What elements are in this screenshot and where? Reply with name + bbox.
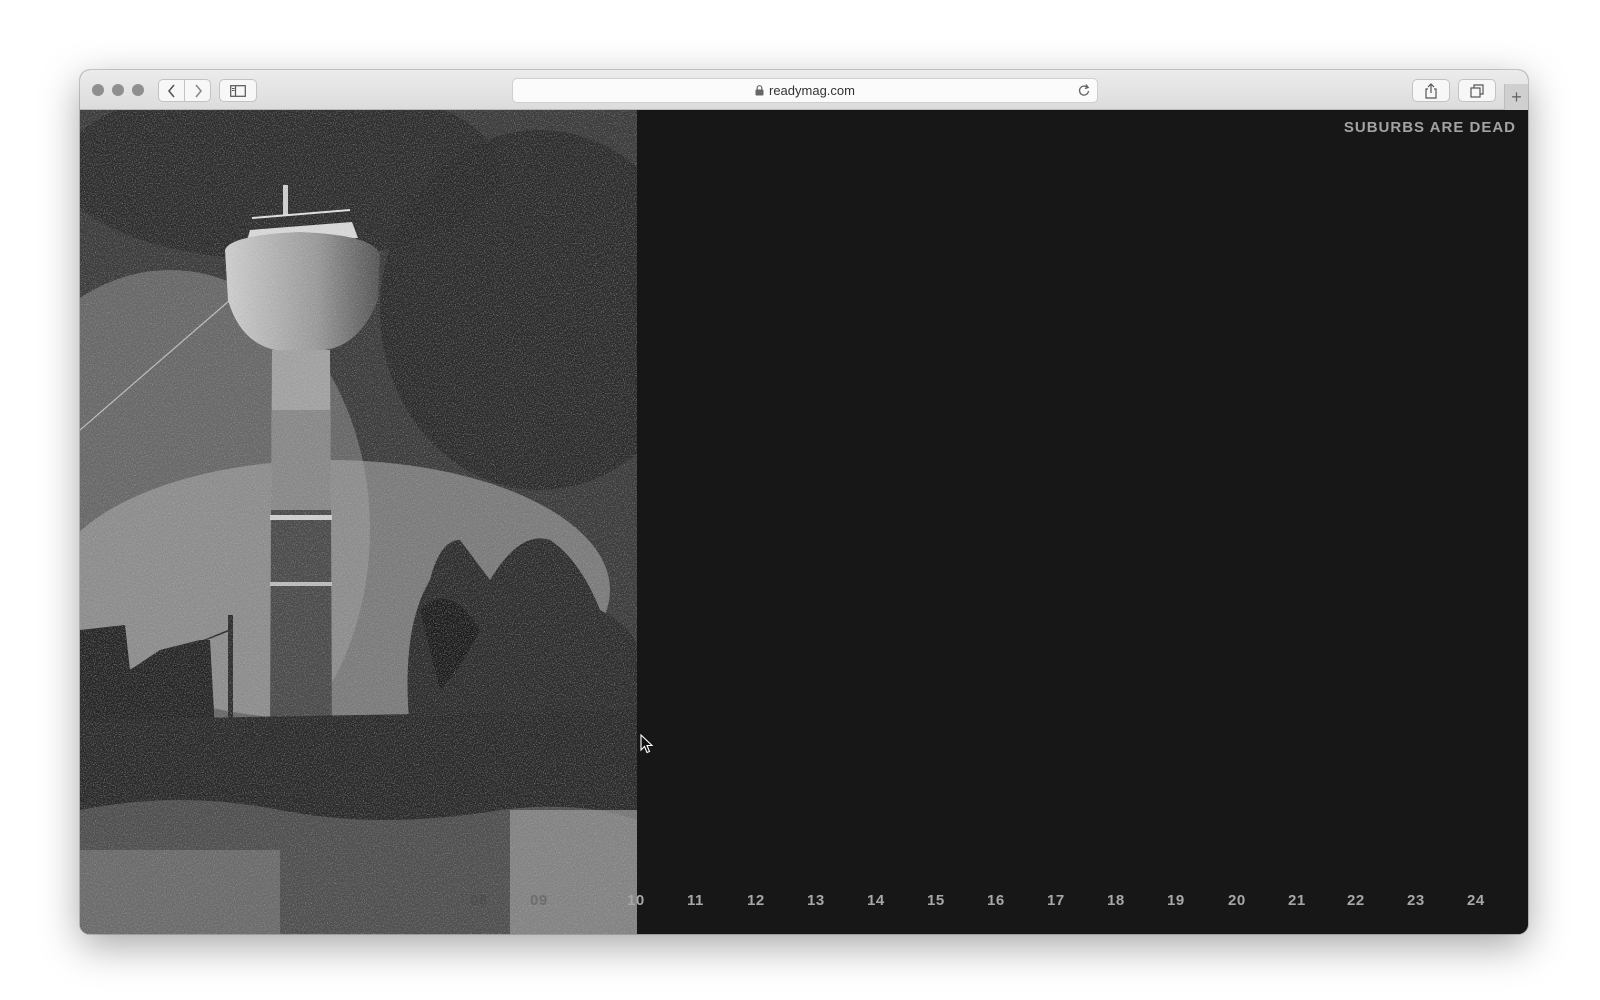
forward-button[interactable] (184, 79, 211, 102)
timeline-hour-13[interactable]: 13 (807, 892, 825, 909)
minimize-window-button[interactable] (112, 84, 124, 96)
mouse-pointer-icon (640, 733, 654, 759)
plus-icon: + (1511, 87, 1522, 107)
reload-icon[interactable] (1077, 83, 1091, 98)
browser-toolbar: readymag.com + (80, 70, 1528, 110)
timeline-hour-09[interactable]: 09 (530, 892, 548, 909)
share-icon (1425, 82, 1437, 99)
timeline-hour-20[interactable]: 20 (1228, 892, 1246, 909)
tabs-icon (1470, 83, 1484, 98)
browser-window: readymag.com + SUBURBS ARE DEAD 08 09 10… (80, 70, 1528, 934)
forward-icon (194, 83, 202, 98)
hour-timeline: 08 09 10 11 12 13 14 15 16 17 18 19 20 2… (80, 110, 1528, 934)
timeline-hour-10[interactable]: 10 (627, 892, 645, 909)
show-tabs-button[interactable] (1458, 79, 1496, 102)
timeline-hour-18[interactable]: 18 (1107, 892, 1125, 909)
new-tab-button[interactable]: + (1504, 84, 1528, 110)
timeline-hour-08[interactable]: 08 (470, 892, 488, 909)
zoom-window-button[interactable] (132, 84, 144, 96)
timeline-hour-17[interactable]: 17 (1047, 892, 1065, 909)
timeline-hour-23[interactable]: 23 (1407, 892, 1425, 909)
timeline-hour-11[interactable]: 11 (687, 892, 704, 909)
back-icon (167, 83, 175, 98)
sidebar-icon (230, 84, 246, 97)
timeline-hour-14[interactable]: 14 (867, 892, 885, 909)
back-button[interactable] (158, 79, 185, 102)
page-content: SUBURBS ARE DEAD 08 09 10 11 12 13 14 15… (80, 110, 1528, 934)
address-bar[interactable]: readymag.com (512, 78, 1098, 103)
sidebar-button[interactable] (219, 79, 257, 102)
share-button[interactable] (1412, 79, 1450, 102)
timeline-hour-19[interactable]: 19 (1167, 892, 1185, 909)
url-text: readymag.com (769, 83, 855, 98)
timeline-hour-22[interactable]: 22 (1347, 892, 1365, 909)
timeline-hour-12[interactable]: 12 (747, 892, 765, 909)
timeline-hour-24[interactable]: 24 (1467, 892, 1485, 909)
timeline-hour-21[interactable]: 21 (1288, 892, 1306, 909)
close-window-button[interactable] (92, 84, 104, 96)
lock-icon (755, 85, 764, 96)
timeline-hour-16[interactable]: 16 (987, 892, 1005, 909)
timeline-hour-15[interactable]: 15 (927, 892, 945, 909)
